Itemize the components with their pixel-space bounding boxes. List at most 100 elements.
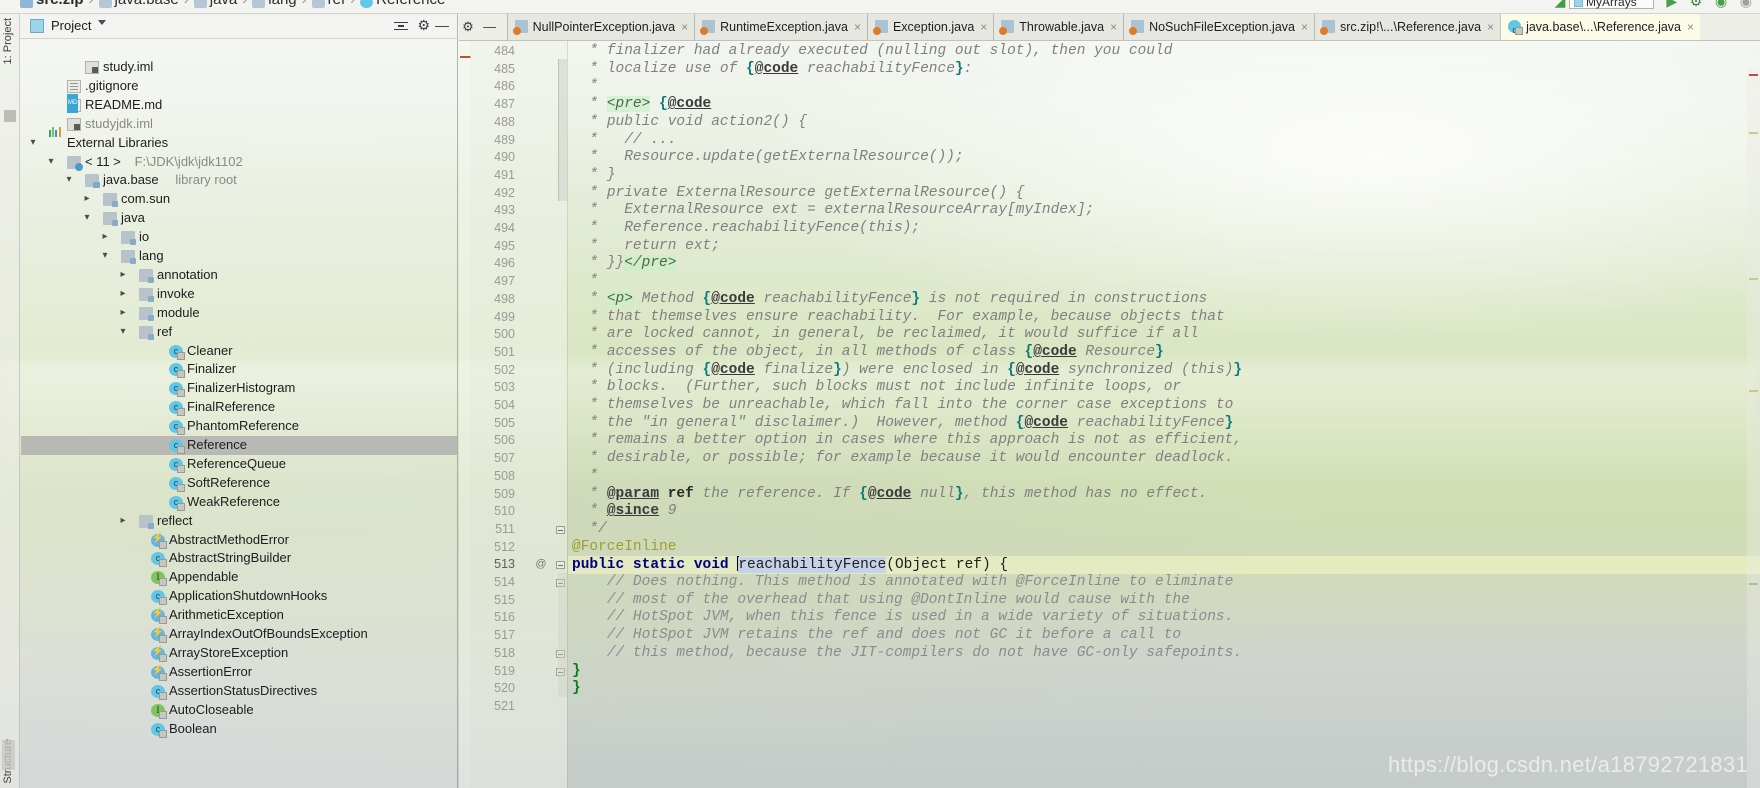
tree-item-arrayindexoutofboundsexception[interactable]: ArrayIndexOutOfBoundsException: [21, 624, 457, 644]
fold-region-bar-secondary[interactable]: [558, 573, 567, 697]
stripe-marker[interactable]: [1749, 390, 1758, 392]
breadcrumb-item[interactable]: ref: [328, 0, 346, 7]
tree-item-invoke[interactable]: ▸ invoke: [21, 285, 457, 304]
tree-item-finalreference[interactable]: FinalReference: [21, 398, 457, 417]
project-tree[interactable]: study.iml .gitignore README.md studyjdk.iml…: [21, 40, 457, 788]
code-line[interactable]: * private ExternalResource getExternalRe…: [568, 185, 1760, 203]
tree-item-abstractstringbuilder[interactable]: AbstractStringBuilder: [21, 549, 457, 568]
breadcrumb-item[interactable]: java.base: [115, 0, 179, 7]
code-line[interactable]: @ForceInline: [568, 539, 1760, 557]
tree-item-com-sun[interactable]: ▸ com.sun: [21, 190, 457, 209]
chevron-right-icon[interactable]: ▸: [117, 304, 129, 323]
tree-item-applicationshutdownhooks[interactable]: ApplicationShutdownHooks: [21, 587, 457, 606]
editor-settings-gear-icon[interactable]: ⚙: [459, 14, 477, 40]
stripe-marker[interactable]: [1749, 583, 1758, 585]
stripe-marker[interactable]: [1749, 132, 1758, 134]
tree-item-study-iml[interactable]: study.iml: [21, 58, 457, 77]
code-line[interactable]: // this method, because the JIT-compiler…: [568, 645, 1760, 663]
code-line[interactable]: * blocks. (Further, such blocks must not…: [568, 379, 1760, 397]
editor-tab[interactable]: Throwable.java ×: [993, 14, 1124, 40]
code-line[interactable]: * themselves be unreachable, which fall …: [568, 397, 1760, 415]
chevron-right-icon[interactable]: ▸: [117, 512, 129, 531]
code-line[interactable]: * finalizer had already executed (nullin…: [568, 43, 1760, 61]
code-line[interactable]: * are locked cannot, in general, be recl…: [568, 326, 1760, 344]
tree-item-module[interactable]: ▸ module: [21, 304, 457, 323]
code-line[interactable]: * }}</pre>: [568, 255, 1760, 273]
chevron-down-icon[interactable]: ▾: [27, 134, 39, 153]
code-line[interactable]: *: [568, 78, 1760, 96]
code-line[interactable]: public static void reachabilityFence(Obj…: [568, 556, 1760, 574]
code-line[interactable]: * }: [568, 167, 1760, 185]
chevron-down-icon[interactable]: [98, 20, 106, 25]
line-number-gutter[interactable]: 484 485 486 487 488 489 490 491 492 493 494 495 496 4…: [470, 41, 567, 788]
editor-tab[interactable]: java.base\...\Reference.java ×: [1500, 14, 1701, 40]
tree-item-io[interactable]: ▸ io: [21, 228, 457, 247]
collapse-all-icon[interactable]: [393, 18, 409, 34]
breadcrumb-item[interactable]: java: [210, 0, 238, 7]
code-line[interactable]: }: [568, 663, 1760, 681]
close-icon[interactable]: ×: [681, 14, 688, 40]
code-line[interactable]: // Does nothing. This method is annotate…: [568, 574, 1760, 592]
debug-button[interactable]: ⚙: [1690, 0, 1703, 8]
chevron-right-icon[interactable]: ▸: [117, 266, 129, 285]
fold-toggle-icon[interactable]: [555, 556, 566, 574]
code-line[interactable]: * ExternalResource ext = externalResourc…: [568, 202, 1760, 220]
tree-item-arithmeticexception[interactable]: ArithmeticException: [21, 605, 457, 625]
tree-item-external-libraries[interactable]: ▾ External Libraries: [21, 126, 457, 153]
code-line[interactable]: * Resource.update(getExternalResource())…: [568, 149, 1760, 167]
tree-item-phantomreference[interactable]: PhantomReference: [21, 417, 457, 436]
close-icon[interactable]: ×: [980, 14, 987, 40]
run-with-coverage-button[interactable]: ◉: [1715, 0, 1727, 8]
code-line[interactable]: // HotSpot JVM retains the ref and does …: [568, 627, 1760, 645]
tree-item-lang[interactable]: ▾ lang: [21, 247, 457, 266]
stripe-marker[interactable]: [1749, 74, 1758, 76]
tree-item-weakreference[interactable]: WeakReference: [21, 493, 457, 512]
gear-icon[interactable]: ⚙: [417, 17, 430, 33]
code-line[interactable]: */: [568, 521, 1760, 539]
code-line[interactable]: }: [568, 680, 1760, 698]
code-line[interactable]: * public void action2() {: [568, 114, 1760, 132]
editor-tab-bar[interactable]: ⚙ — NullPointerException.java × RuntimeExc…: [459, 14, 1760, 41]
code-line[interactable]: * desirable, or possible; for example be…: [568, 450, 1760, 468]
profile-button[interactable]: ◉: [1740, 0, 1752, 8]
breadcrumb-item[interactable]: lang: [268, 0, 296, 7]
stripe-marker[interactable]: [1749, 278, 1758, 280]
fold-region-bar[interactable]: [558, 59, 567, 201]
error-stripe-scrollbar[interactable]: [1747, 68, 1760, 788]
tree-item-reflect[interactable]: ▸ reflect: [21, 512, 457, 531]
editor-tab[interactable]: NullPointerException.java ×: [506, 14, 695, 40]
code-text[interactable]: * finalizer had already executed (nullin…: [568, 41, 1760, 788]
fold-toggle-icon[interactable]: [555, 521, 566, 539]
chevron-right-icon[interactable]: ▸: [117, 285, 129, 304]
editor-hide-icon[interactable]: —: [481, 14, 499, 40]
code-line[interactable]: *: [568, 468, 1760, 486]
chevron-down-icon[interactable]: ▾: [81, 209, 93, 228]
code-line[interactable]: * // ...: [568, 132, 1760, 150]
code-line[interactable]: * @param ref the reference. If {@code nu…: [568, 486, 1760, 504]
tree-item-readme-md[interactable]: README.md: [21, 93, 457, 115]
editor-tab[interactable]: Exception.java ×: [866, 14, 994, 40]
tree-item-java-base[interactable]: ▾ java.base library root: [21, 171, 457, 190]
tree-item-boolean[interactable]: Boolean: [21, 720, 457, 738]
code-line[interactable]: * return ext;: [568, 238, 1760, 256]
tree-item-studyjdk-iml[interactable]: studyjdk.iml: [21, 115, 457, 134]
chevron-right-icon[interactable]: ▸: [99, 228, 111, 247]
code-line[interactable]: * remains a better option in cases where…: [568, 432, 1760, 450]
rail-item-project[interactable]: 1: Project: [2, 18, 14, 64]
tree-item-autocloseable[interactable]: AutoCloseable: [21, 701, 457, 719]
code-line[interactable]: // HotSpot JVM, when this fence is used …: [568, 609, 1760, 627]
minimize-icon[interactable]: —: [435, 17, 449, 33]
tree-item-11[interactable]: ▾ < 11 > F:\JDK\jdk\jdk1102: [21, 153, 457, 172]
code-line[interactable]: * <p> Method {@code reachabilityFence} i…: [568, 290, 1760, 309]
tree-item-java[interactable]: ▾ java: [21, 209, 457, 228]
code-line[interactable]: [568, 698, 1760, 716]
tree-item-cleaner[interactable]: Cleaner: [21, 342, 457, 360]
tree-item-finalizerhistogram[interactable]: FinalizerHistogram: [21, 379, 457, 398]
code-line[interactable]: * accesses of the object, in all methods…: [568, 344, 1760, 362]
tree-item-gitignore[interactable]: .gitignore: [21, 77, 457, 96]
code-line[interactable]: * <pre> {@code: [568, 96, 1760, 114]
code-line[interactable]: * the "in general" disclaimer.) However,…: [568, 415, 1760, 433]
tree-item-reference[interactable]: Reference: [21, 436, 457, 455]
chevron-down-icon[interactable]: ▾: [63, 171, 75, 190]
close-icon[interactable]: ×: [1301, 14, 1308, 40]
